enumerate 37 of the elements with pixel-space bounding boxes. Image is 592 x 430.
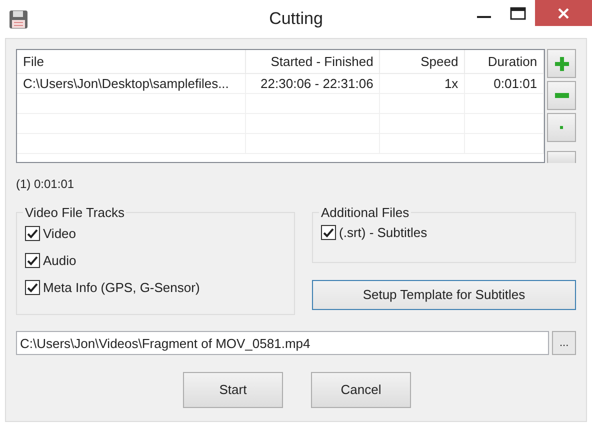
column-header[interactable]: Started - Finished <box>246 50 380 73</box>
column-header[interactable]: File <box>17 50 246 73</box>
minus-icon <box>554 93 569 98</box>
check-icon <box>27 282 38 292</box>
column-header[interactable]: Duration <box>465 50 544 73</box>
start-button[interactable]: Start <box>183 372 283 408</box>
summary-text: (1) 0:01:01 <box>16 176 76 193</box>
checkbox[interactable] <box>321 225 336 240</box>
setup-template-button[interactable]: Setup Template for Subtitles <box>312 280 576 310</box>
table-cell: 1x <box>380 74 466 93</box>
checkbox-label: Video <box>43 224 76 243</box>
plus-icon <box>554 56 569 70</box>
checkbox-label: (.srt) - Subtitles <box>339 224 428 242</box>
checkbox[interactable] <box>25 253 40 268</box>
table-cell: C:\Users\Jon\Desktop\samplefiles... <box>17 74 246 93</box>
check-icon <box>323 228 334 238</box>
column-header[interactable]: Speed <box>380 50 466 73</box>
output-path-field[interactable]: C:\Users\Jon\Videos\Fragment of MOV_0581.mp4 <box>16 331 550 355</box>
browse-button[interactable]: ... <box>552 331 576 355</box>
group-title: Video File Tracks <box>24 204 126 222</box>
checkbox[interactable] <box>25 226 40 241</box>
minimize-icon <box>477 16 491 18</box>
add-button[interactable] <box>547 49 576 78</box>
check-icon <box>27 228 38 238</box>
close-icon <box>558 8 569 18</box>
window-title: Cutting <box>268 8 324 30</box>
close-button[interactable] <box>535 0 592 26</box>
cancel-button[interactable]: Cancel <box>311 372 411 408</box>
checkbox-label: Audio <box>43 252 76 270</box>
group-title: Additional Files <box>320 204 410 222</box>
remove-button[interactable] <box>547 81 576 110</box>
check-icon <box>27 256 38 266</box>
table-cell: 22:30:06 - 22:31:06 <box>246 74 380 93</box>
table-cell: 0:01:01 <box>465 74 544 93</box>
checkbox[interactable] <box>25 280 40 295</box>
maximize-icon <box>510 6 526 20</box>
checkbox-label: Meta Info (GPS, G-Sensor) <box>43 278 200 297</box>
